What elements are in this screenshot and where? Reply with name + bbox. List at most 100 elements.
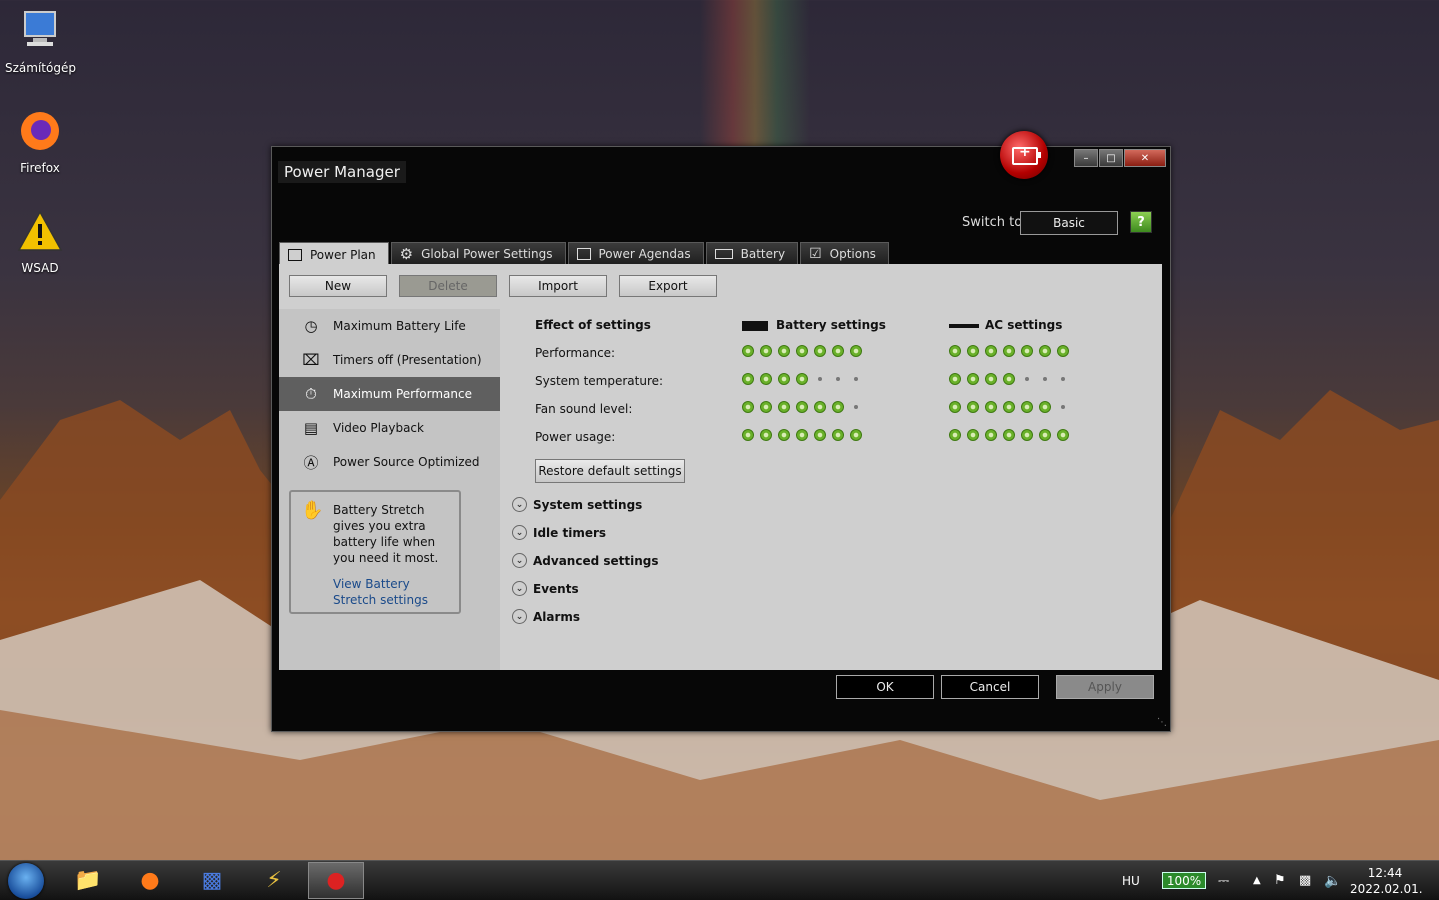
fan-sound-level-label: Fan sound level: — [535, 402, 633, 416]
rating-dot-filled — [850, 345, 862, 357]
rating-dot-filled — [1021, 429, 1033, 441]
taskbar-power-manager[interactable]: ● — [308, 862, 364, 899]
rating-dot-filled — [814, 345, 826, 357]
floppy-icon: ▩ — [201, 868, 223, 893]
performance-label: Performance: — [535, 346, 616, 360]
plan-timers-off[interactable]: ⌧ Timers off (Presentation) — [279, 343, 500, 377]
section-idle-timers[interactable]: ⌄ Idle timers — [512, 525, 606, 540]
plan-label: Maximum Battery Life — [333, 319, 466, 333]
tab-label: Battery — [740, 247, 786, 261]
rating-dot-filled — [1039, 345, 1051, 357]
help-button[interactable]: ? — [1130, 211, 1152, 233]
desktop-icon-label: Firefox — [20, 161, 60, 175]
apply-button[interactable]: Apply — [1056, 675, 1154, 699]
plug-tray-icon[interactable]: ⎓ — [1218, 861, 1229, 900]
rating-dot-filled — [967, 401, 979, 413]
desktop-icon-firefox[interactable]: Firefox — [5, 108, 75, 175]
tab-global-power-settings[interactable]: ⚙ Global Power Settings — [390, 242, 566, 265]
rating-dot-empty — [854, 377, 858, 381]
system-clock[interactable]: 12:44 2022.02.01. — [1350, 865, 1423, 897]
fan-sound-level-battery-rating — [742, 401, 862, 413]
plan-label: Video Playback — [333, 421, 424, 435]
start-button[interactable] — [8, 863, 44, 899]
plug-icon — [949, 323, 979, 328]
power-plan-panel: New Delete Import Export ◷ Maximum Batte… — [279, 264, 1162, 670]
battery-stretch-text: Battery Stretch gives you extra battery … — [333, 503, 439, 565]
rating-dot-filled — [949, 401, 961, 413]
window-title: Power Manager — [278, 161, 406, 183]
plan-maximum-performance[interactable]: ⏱ Maximum Performance — [279, 377, 500, 411]
section-system-settings[interactable]: ⌄ System settings — [512, 497, 642, 512]
chevron-down-icon: ⌄ — [512, 609, 527, 624]
section-alarms[interactable]: ⌄ Alarms — [512, 609, 580, 624]
desktop-icon-label: Számítógép — [5, 61, 76, 75]
plan-video-playback[interactable]: ▤ Video Playback — [279, 411, 500, 445]
performance-ac-rating — [949, 345, 1069, 357]
chevron-down-icon: ⌄ — [512, 525, 527, 540]
delete-button[interactable]: Delete — [399, 275, 497, 297]
chevron-down-icon: ⌄ — [512, 497, 527, 512]
tab-battery[interactable]: Battery — [705, 242, 799, 265]
clock-time: 12:44 — [1367, 866, 1403, 880]
taskbar-explorer[interactable]: 📁 — [60, 862, 116, 899]
maximize-button[interactable]: □ — [1099, 149, 1123, 167]
new-button[interactable]: New — [289, 275, 387, 297]
taskbar-save-app[interactable]: ▩ — [184, 862, 240, 899]
plan-list: ◷ Maximum Battery Life ⌧ Timers off (Pre… — [279, 309, 500, 670]
rating-dot-empty — [818, 377, 822, 381]
page-icon — [288, 248, 302, 261]
power-usage-label: Power usage: — [535, 430, 616, 444]
rating-dot-filled — [1057, 345, 1069, 357]
desktop-icon-computer[interactable]: Számítógép — [5, 8, 76, 75]
switch-mode-button[interactable]: Basic — [1020, 211, 1118, 235]
plan-power-source-optimized[interactable]: Ⓐ Power Source Optimized — [279, 445, 500, 479]
ok-button[interactable]: OK — [836, 675, 934, 699]
export-button[interactable]: Export — [619, 275, 717, 297]
window-controls: – □ ✕ — [1074, 149, 1166, 167]
tab-options[interactable]: ☑ Options — [800, 242, 889, 265]
cancel-button[interactable]: Cancel — [941, 675, 1039, 699]
desktop-icon-wsad[interactable]: WSAD — [5, 208, 75, 275]
film-icon: ▤ — [303, 419, 319, 437]
power-usage-ac-rating — [949, 429, 1069, 441]
switch-to-label: Switch to: — [962, 215, 1027, 230]
system-temperature-label: System temperature: — [535, 374, 664, 388]
chevron-down-icon: ⌄ — [512, 581, 527, 596]
rating-dot-filled — [742, 345, 754, 357]
battery-tray-indicator[interactable]: 100% — [1162, 872, 1206, 889]
battery-clock-icon: ◷ — [304, 317, 318, 335]
battery-stretch-link[interactable]: View Battery Stretch settings — [333, 576, 453, 608]
rating-dot-filled — [985, 429, 997, 441]
battery-stretch-box: ✋ Battery Stretch gives you extra batter… — [289, 490, 461, 614]
import-button[interactable]: Import — [509, 275, 607, 297]
tab-power-agendas[interactable]: Power Agendas — [567, 242, 704, 265]
signal-bars-icon[interactable]: ▩ — [1299, 861, 1311, 900]
tab-label: Options — [829, 247, 876, 261]
rating-dot-filled — [1021, 401, 1033, 413]
plan-maximum-battery-life[interactable]: ◷ Maximum Battery Life — [279, 309, 500, 343]
taskbar-winamp[interactable]: ⚡ — [246, 862, 302, 899]
rating-dot-filled — [850, 429, 862, 441]
rating-dot-filled — [967, 429, 979, 441]
restore-defaults-button[interactable]: Restore default settings — [535, 459, 685, 483]
volume-icon[interactable]: 🔈 — [1324, 861, 1341, 900]
close-button[interactable]: ✕ — [1124, 149, 1166, 167]
system-temperature-battery-rating — [742, 373, 862, 385]
chevron-down-icon: ⌄ — [512, 553, 527, 568]
firefox-icon: ● — [140, 868, 160, 893]
tab-power-plan[interactable]: Power Plan — [279, 242, 389, 266]
language-indicator[interactable]: HU — [1122, 861, 1140, 900]
rating-dot-filled — [778, 401, 790, 413]
performance-battery-rating — [742, 345, 862, 357]
show-hidden-icons-icon[interactable]: ▲ — [1253, 861, 1261, 900]
resize-grip-icon[interactable]: ⋱ — [1157, 717, 1167, 728]
rating-dot-filled — [1003, 401, 1015, 413]
minimize-button[interactable]: – — [1074, 149, 1098, 167]
plan-settings: Effect of settings Battery settings AC s… — [500, 309, 1162, 670]
rating-dot-filled — [832, 429, 844, 441]
section-events[interactable]: ⌄ Events — [512, 581, 579, 596]
rating-dot-filled — [778, 345, 790, 357]
section-advanced-settings[interactable]: ⌄ Advanced settings — [512, 553, 659, 568]
taskbar-firefox[interactable]: ● — [122, 862, 178, 899]
network-flag-icon[interactable]: ⚑ — [1274, 861, 1286, 900]
